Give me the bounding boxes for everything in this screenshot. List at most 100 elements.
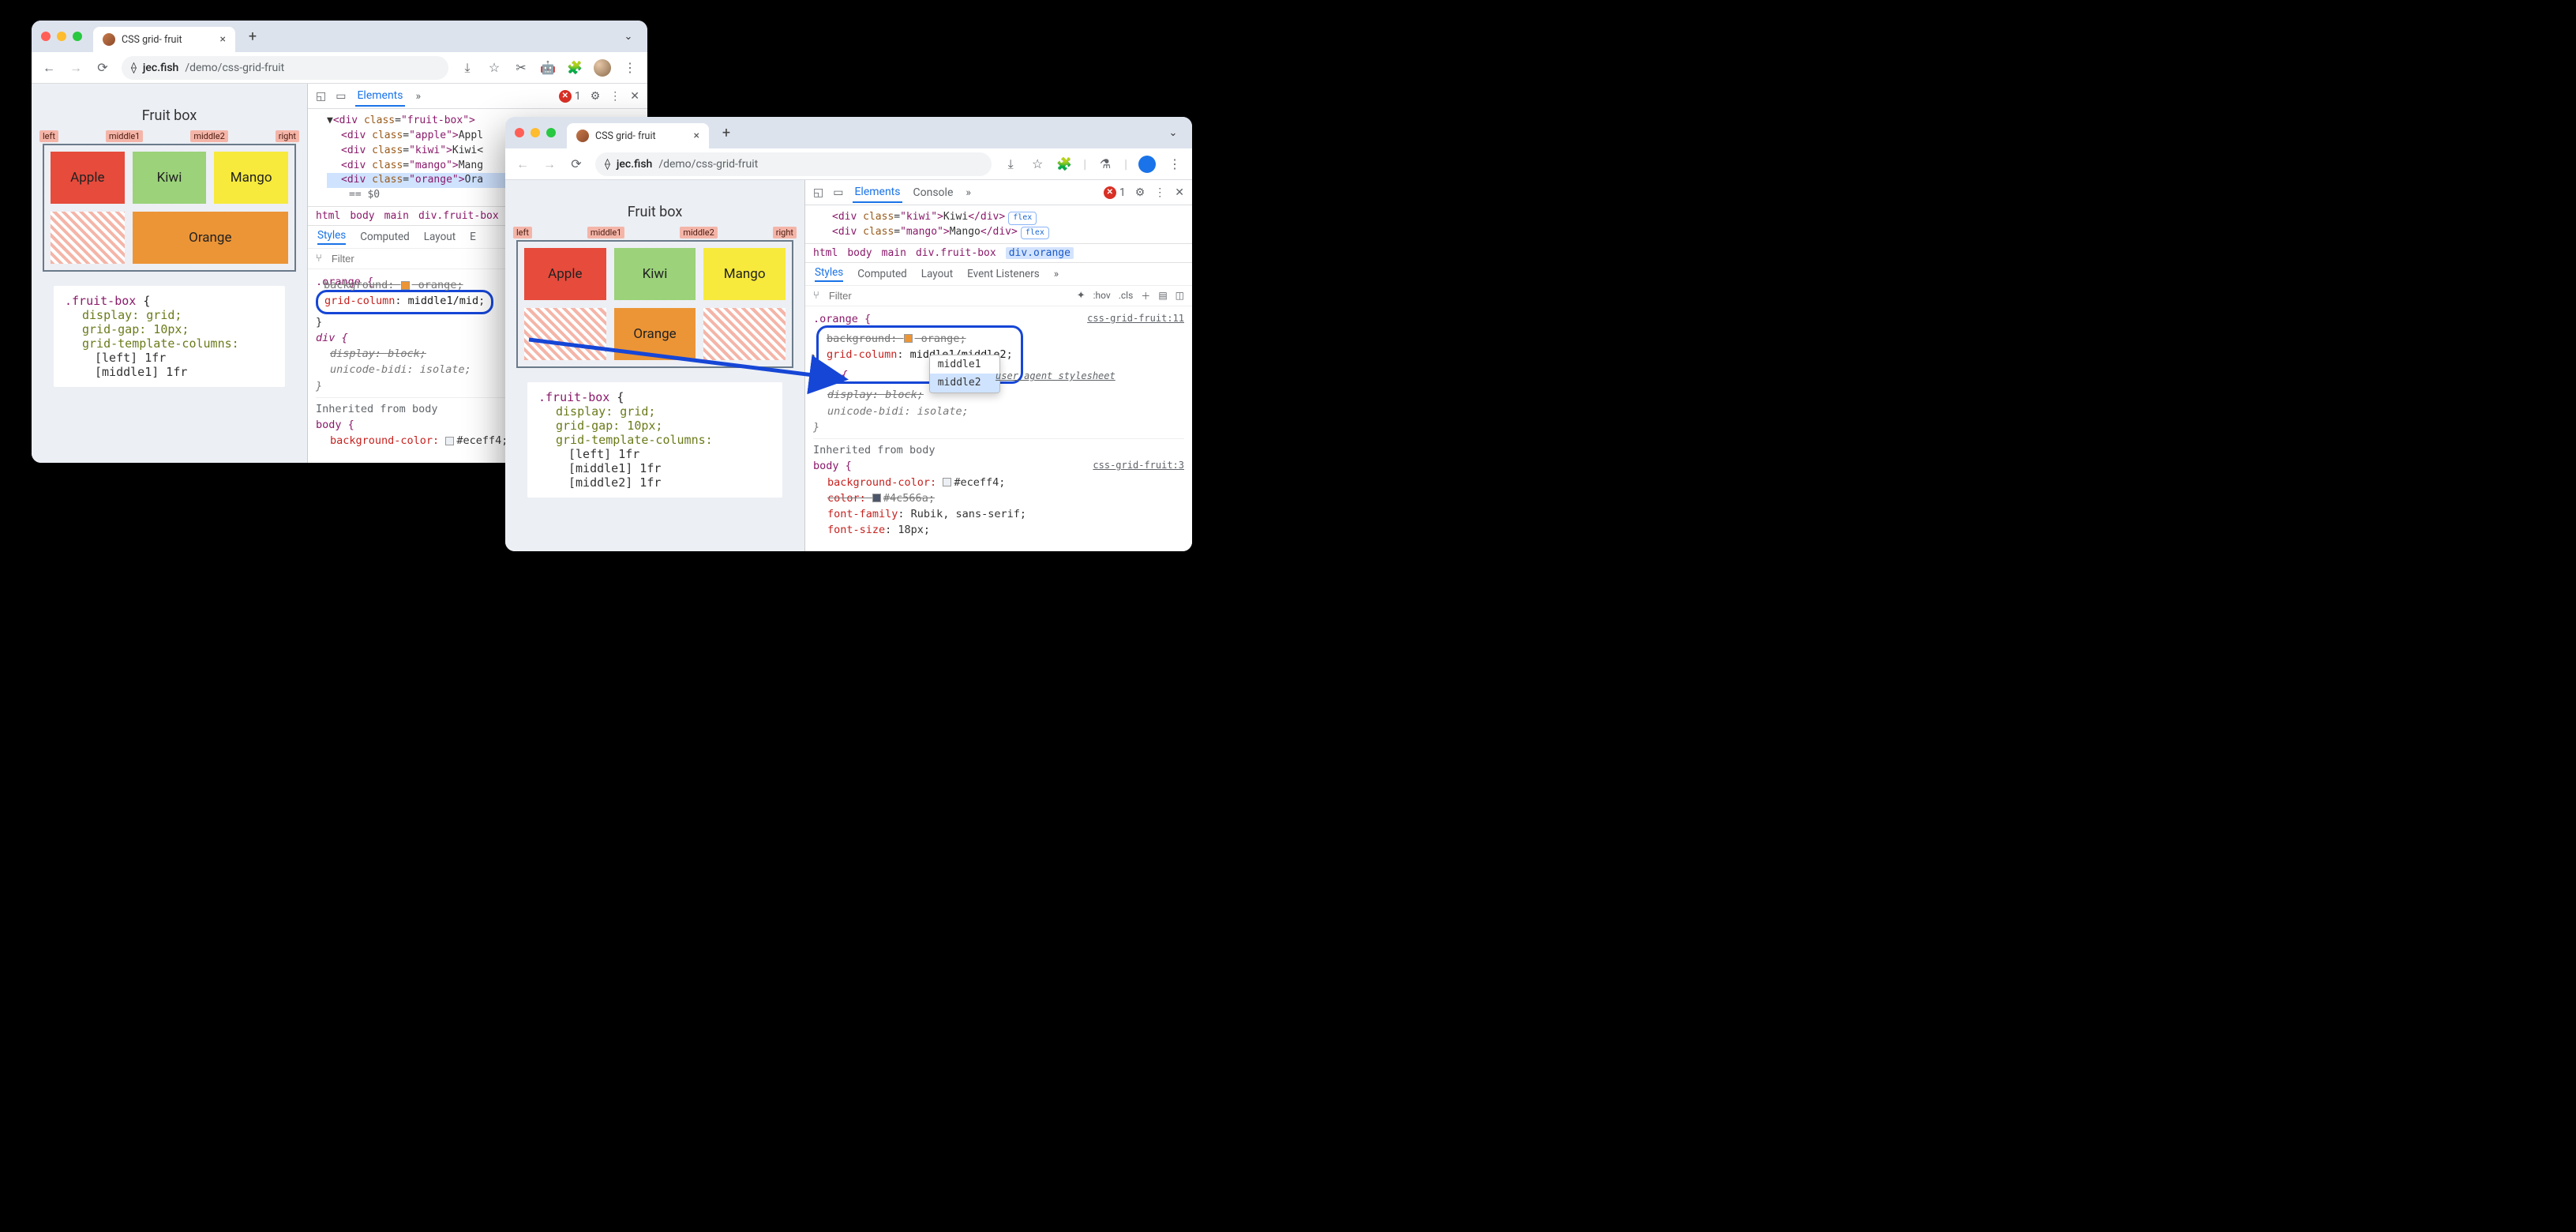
minimize-dot[interactable] <box>531 128 540 137</box>
kebab-icon[interactable]: ⋮ <box>1154 186 1165 199</box>
forward-icon: → <box>68 60 84 76</box>
source-link[interactable]: css-grid-fruit:11 <box>1087 311 1184 325</box>
empty-cell <box>703 308 786 360</box>
omnibox[interactable]: ⟠ jec.fish/demo/css-grid-fruit <box>122 56 448 80</box>
page-viewport: Fruit box left middle1 middle2 right App… <box>505 180 805 551</box>
cls-toggle[interactable]: .cls <box>1119 290 1134 301</box>
tab-computed[interactable]: Computed <box>360 231 410 243</box>
install-icon[interactable]: ⤓ <box>1003 156 1018 172</box>
cell-orange: Orange <box>133 212 288 264</box>
line-label-middle1: middle1 <box>106 130 143 142</box>
devtools-pane: ◱ ▭ Elements Console » ✕1 ⚙ ⋮ ✕ <div cla… <box>805 180 1192 551</box>
browser-window-after: CSS grid- fruit × + ⌄ ← → ⟳ ⟠ jec.fish/d… <box>505 117 1192 551</box>
bookmark-icon[interactable]: ☆ <box>1029 156 1045 171</box>
tab-layout[interactable]: Layout <box>424 231 456 243</box>
grid-column-highlight-after: background: orange; grid-column: middle1… <box>816 325 1023 385</box>
inspect-icon[interactable]: ◱ <box>316 90 326 103</box>
filter-icon: ⑂ <box>316 253 322 265</box>
reload-icon[interactable]: ⟳ <box>568 156 584 171</box>
error-count[interactable]: ✕1 <box>559 90 581 103</box>
tab-menu-chevron-icon[interactable]: ⌄ <box>619 31 638 43</box>
gear-icon[interactable]: ⚙ <box>1135 186 1146 199</box>
tabs-more[interactable]: » <box>964 183 973 202</box>
tabs-more[interactable]: » <box>1054 268 1059 280</box>
hov-toggle[interactable]: :hov <box>1093 290 1111 301</box>
tab-menu-chevron-icon[interactable]: ⌄ <box>1164 127 1183 139</box>
reload-icon[interactable]: ⟳ <box>95 60 111 75</box>
back-icon[interactable]: ← <box>41 60 57 76</box>
autocomplete-item-selected[interactable]: middle2 <box>930 374 999 393</box>
fruit-grid: Apple Kiwi Mango Orange <box>43 144 296 272</box>
tab-title: CSS grid- fruit <box>595 130 656 142</box>
new-tab-button[interactable]: + <box>242 25 264 47</box>
empty-cell <box>51 212 125 264</box>
empty-cell <box>524 308 606 360</box>
profile-avatar[interactable] <box>1138 156 1156 173</box>
tab-events[interactable]: Event Listeners <box>967 268 1040 280</box>
zoom-dot[interactable] <box>546 128 556 137</box>
cell-kiwi: Kiwi <box>133 152 207 204</box>
kebab-menu-icon[interactable]: ⋮ <box>622 60 638 75</box>
url-path: /demo/css-grid-fruit <box>185 62 284 74</box>
favicon-icon <box>576 130 589 142</box>
robot-icon[interactable]: 🤖 <box>540 60 556 75</box>
browser-tab[interactable]: CSS grid- fruit × <box>567 123 709 148</box>
new-style-icon[interactable]: ＋ <box>1141 289 1150 302</box>
traffic-lights[interactable] <box>515 128 556 137</box>
tab-layout[interactable]: Layout <box>921 268 953 280</box>
scissors-icon[interactable]: ✂ <box>513 60 529 75</box>
dom-tree[interactable]: <div class="kiwi">Kiwi</div>flex <div cl… <box>805 205 1192 243</box>
filter-input[interactable] <box>827 289 1069 302</box>
page-title: Fruit box <box>32 107 307 124</box>
autocomplete-item[interactable]: middle1 <box>930 355 999 374</box>
kebab-menu-icon[interactable]: ⋮ <box>1167 156 1183 171</box>
extensions-icon[interactable]: 🧩 <box>1056 156 1072 171</box>
labs-icon[interactable]: ⚗ <box>1097 156 1113 171</box>
omnibox[interactable]: ⟠ jec.fish/demo/css-grid-fruit <box>595 152 992 176</box>
device-toggle-icon[interactable]: ▭ <box>833 186 843 199</box>
error-count[interactable]: ✕1 <box>1104 186 1126 199</box>
new-tab-button[interactable]: + <box>715 122 737 144</box>
zoom-dot[interactable] <box>73 32 82 41</box>
site-settings-icon[interactable]: ⟠ <box>605 158 610 171</box>
close-tab-icon[interactable]: × <box>694 130 699 142</box>
profile-avatar[interactable] <box>594 59 611 77</box>
url-domain: jec.fish <box>617 158 652 171</box>
page-viewport: Fruit box left middle1 middle2 right App… <box>32 84 308 463</box>
close-tab-icon[interactable]: × <box>220 33 226 46</box>
gear-icon[interactable]: ⚙ <box>591 90 601 103</box>
tab-elements[interactable]: Elements <box>853 182 902 203</box>
breadcrumb[interactable]: html body main div.fruit-box div.orange <box>805 243 1192 262</box>
styles-rules[interactable]: css-grid-fruit:11 .orange { background: … <box>805 306 1192 551</box>
close-dot[interactable] <box>515 128 524 137</box>
tab-console[interactable]: Console <box>912 183 955 202</box>
inspect-icon[interactable]: ◱ <box>813 186 823 199</box>
device-toggle-icon[interactable]: ▭ <box>336 90 346 103</box>
line-label-right: right <box>276 130 299 142</box>
browser-tab[interactable]: CSS grid- fruit × <box>93 27 235 52</box>
minimize-dot[interactable] <box>57 32 66 41</box>
tab-styles[interactable]: Styles <box>317 229 346 245</box>
cell-orange: Orange <box>614 308 696 360</box>
tabs-more[interactable]: » <box>414 87 423 106</box>
ai-icon[interactable]: ✦ <box>1077 290 1086 302</box>
close-devtools-icon[interactable]: ✕ <box>630 90 639 103</box>
autocomplete-popover[interactable]: middle1 middle2 <box>929 355 1000 393</box>
kebab-icon[interactable]: ⋮ <box>609 90 621 103</box>
close-dot[interactable] <box>41 32 51 41</box>
tab-elements[interactable]: Elements <box>355 86 404 107</box>
tab-styles[interactable]: Styles <box>815 266 843 282</box>
install-icon[interactable]: ⤓ <box>459 60 475 76</box>
close-devtools-icon[interactable]: ✕ <box>1175 186 1184 199</box>
grid-column-highlight-before: grid-column: middle1/mid; <box>316 290 493 314</box>
extensions-icon[interactable]: 🧩 <box>567 60 583 75</box>
url-domain: jec.fish <box>143 62 178 74</box>
site-settings-icon[interactable]: ⟠ <box>131 62 137 74</box>
sidebar-toggle-icon[interactable]: ◫ <box>1176 290 1184 301</box>
tab-computed[interactable]: Computed <box>857 268 907 280</box>
traffic-lights[interactable] <box>41 32 82 41</box>
source-link[interactable]: css-grid-fruit:3 <box>1093 458 1184 472</box>
computed-styles-icon[interactable]: ▤ <box>1158 290 1167 301</box>
bookmark-icon[interactable]: ☆ <box>486 60 502 75</box>
titlebar: CSS grid- fruit × + ⌄ <box>505 117 1192 148</box>
